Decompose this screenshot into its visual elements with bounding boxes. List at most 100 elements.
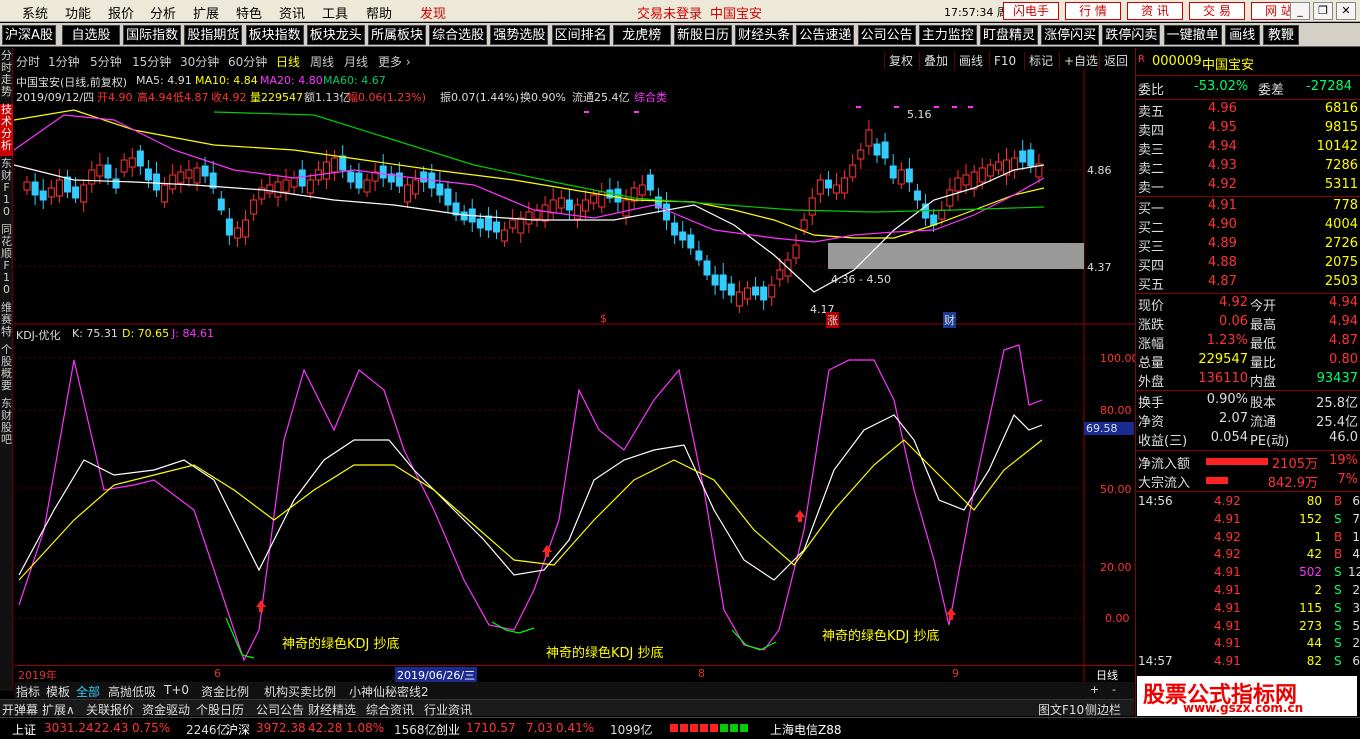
top-button-2[interactable]: 资 讯	[1127, 2, 1183, 20]
indicator-tab-6[interactable]: 机构买卖比例	[264, 683, 336, 700]
toolbar-button-21[interactable]: 教鞭	[1263, 25, 1299, 45]
left-tab-0[interactable]: 分时走势	[0, 50, 13, 102]
period-6[interactable]: 日线	[276, 53, 300, 70]
toolbar-button-18[interactable]: 跌停闪卖	[1102, 25, 1161, 45]
menu-0[interactable]: 系统	[22, 3, 48, 22]
toolbar-button-19[interactable]: 一键撤单	[1163, 25, 1222, 45]
login-status[interactable]: 交易未登录	[637, 3, 702, 22]
toolbar-button-9[interactable]: 区间排名	[551, 25, 610, 45]
period-right-button-3[interactable]: F10	[989, 52, 1020, 70]
period-7[interactable]: 周线	[310, 53, 334, 70]
indicator-tab-2[interactable]: 全部	[76, 683, 100, 700]
period-right-button-2[interactable]: 画线	[954, 52, 987, 70]
toolbar-button-17[interactable]: 涨停闪买	[1041, 25, 1100, 45]
sell-vol: 7286	[1324, 158, 1358, 173]
toolbar-button-2[interactable]: 国际指数	[123, 25, 182, 45]
buy-price: 4.87	[1208, 274, 1237, 289]
indicator-tab-1[interactable]: 模板	[46, 683, 70, 700]
candle-body	[55, 179, 63, 197]
indicator-tab-4[interactable]: T+0	[164, 683, 189, 697]
toolbar-button-15[interactable]: 主力监控	[918, 25, 977, 45]
indicator-tab-3[interactable]: 高抛低吸	[108, 683, 156, 700]
period-right-button-5[interactable]: +自选	[1059, 52, 1102, 70]
signal-tick	[934, 106, 939, 108]
toolbar-button-4[interactable]: 板块指数	[245, 25, 304, 45]
kdj-axis-20: 20.00	[1100, 561, 1132, 574]
toolbar-button-8[interactable]: 强势选股	[490, 25, 549, 45]
window-button-0[interactable]: _	[1290, 2, 1310, 20]
weicha-label: 委差	[1258, 83, 1285, 98]
menu-2[interactable]: 报价	[108, 3, 134, 22]
period-right-button-6[interactable]: 返回	[1099, 52, 1132, 70]
period-3[interactable]: 15分钟	[132, 53, 171, 70]
toolbar-button-12[interactable]: 财经头条	[735, 25, 794, 45]
toolbar-button-3[interactable]: 股指期货	[184, 25, 243, 45]
marker-dollar[interactable]: $	[600, 312, 607, 325]
menu-7[interactable]: 工具	[322, 3, 348, 22]
menu-1[interactable]: 功能	[65, 3, 91, 22]
toolbar-button-0[interactable]: 沪深A股	[2, 25, 56, 45]
window-button-1[interactable]: ❐	[1313, 2, 1333, 20]
left-tab-5[interactable]: 个股概要	[0, 344, 13, 396]
toolbar-button-7[interactable]: 综合选股	[429, 25, 488, 45]
bottom-tab-f10[interactable]: 图文F10	[1038, 701, 1084, 718]
left-tab-2[interactable]: 东财F10	[0, 158, 13, 222]
toolbar-button-5[interactable]: 板块龙头	[306, 25, 365, 45]
indicator-tab-0[interactable]: 指标	[16, 683, 40, 700]
bottom-tab-5[interactable]: 公司公告	[256, 701, 304, 718]
stat-label-2: 内盘	[1250, 375, 1277, 390]
period-4[interactable]: 30分钟	[180, 53, 219, 70]
stat2-row-2: 收益(三) 0.054 PE(动) 46.0	[1138, 430, 1360, 449]
bottom-tab-7[interactable]: 综合资讯	[366, 701, 414, 718]
bottom-tab-8[interactable]: 行业资讯	[424, 701, 472, 718]
status-cy-label: 创业	[436, 723, 461, 737]
zoom-in-button[interactable]: +	[1090, 683, 1099, 696]
toolbar-button-16[interactable]: 盯盘精灵	[980, 25, 1038, 45]
period-right-button-0[interactable]: 复权	[884, 52, 917, 70]
period-2[interactable]: 5分钟	[90, 53, 122, 70]
left-tab-1[interactable]: 技术分析	[0, 104, 13, 156]
indicator-tab-5[interactable]: 资金比例	[201, 683, 249, 700]
left-tab-3[interactable]: 同花顺F10	[0, 224, 13, 300]
menu-6[interactable]: 资讯	[279, 3, 305, 22]
menu-4[interactable]: 扩展	[193, 3, 219, 22]
period-right-button-1[interactable]: 叠加	[919, 52, 952, 70]
period-0[interactable]: 分时	[16, 53, 40, 70]
top-button-3[interactable]: 交 易	[1189, 2, 1245, 20]
marker-finance[interactable]: 财	[943, 312, 956, 328]
toolbar-button-6[interactable]: 所属板块	[368, 25, 426, 45]
period-1[interactable]: 1分钟	[48, 53, 80, 70]
period-8[interactable]: 月线	[344, 53, 368, 70]
top-button-1[interactable]: 行 情	[1065, 2, 1121, 20]
period-right-button-4[interactable]: 标记	[1024, 52, 1057, 70]
zoom-out-button[interactable]: -	[1112, 683, 1116, 696]
period-bar: 分时 1分钟 5分钟 15分钟 30分钟 60分钟 日线 周线 月线 更多 › 复权 叠加 画线 F10 标…	[14, 52, 1134, 70]
bottom-tab-2[interactable]: 关联报价	[86, 701, 134, 718]
left-tab-6[interactable]: 东财股吧	[0, 398, 13, 450]
toolbar-button-20[interactable]: 画线	[1224, 25, 1260, 45]
bottom-tab-4[interactable]: 个股日历	[196, 701, 244, 718]
left-tab-4[interactable]: 维赛特	[0, 302, 13, 342]
menu-3[interactable]: 分析	[150, 3, 176, 22]
toolbar-button-11[interactable]: 新股日历	[674, 25, 732, 45]
stock-name: 中国宝安	[1202, 58, 1255, 73]
menu-8[interactable]: 帮助	[366, 3, 392, 22]
toolbar-button-1[interactable]: 自选股	[62, 25, 120, 45]
menu-5[interactable]: 特色	[236, 3, 262, 22]
bottom-tab-0[interactable]: 开弹幕	[2, 701, 38, 718]
toolbar-button-14[interactable]: 公司公告	[857, 25, 916, 45]
marker-limit-up[interactable]: 涨	[826, 312, 839, 328]
toolbar-button-13[interactable]: 公告速递	[796, 25, 855, 45]
bottom-tab-3[interactable]: 资金驱动	[142, 701, 190, 718]
period-label: 日线	[1096, 669, 1118, 682]
bottom-tab-1[interactable]: 扩展∧	[42, 701, 75, 718]
top-button-0[interactable]: 闪电手	[1003, 2, 1059, 20]
menu-discover[interactable]: 发现	[420, 3, 446, 22]
bottom-tab-6[interactable]: 财经精选	[308, 701, 356, 718]
candlestick-chart[interactable]	[14, 70, 1134, 685]
period-5[interactable]: 60分钟	[228, 53, 267, 70]
period-9[interactable]: 更多 ›	[378, 53, 411, 70]
indicator-tab-7[interactable]: 小神仙秘密线2	[349, 683, 429, 700]
window-button-2[interactable]: ✕	[1336, 2, 1356, 20]
toolbar-button-10[interactable]: 龙虎榜	[612, 25, 671, 45]
